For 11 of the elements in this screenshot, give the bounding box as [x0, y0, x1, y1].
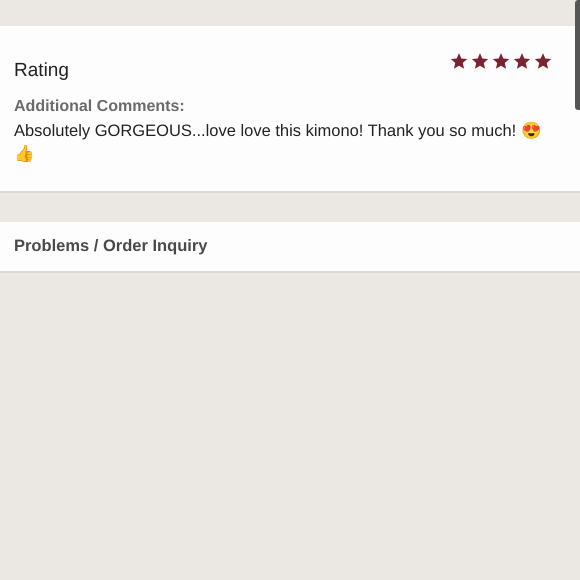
star-icon — [534, 52, 552, 70]
comment-text: Absolutely GORGEOUS...love love this kimono! Thank you so much! 😍 👍 — [14, 120, 543, 165]
star-icon — [471, 52, 489, 70]
inquiry-card[interactable]: Problems / Order Inquiry — [0, 222, 580, 273]
scroll-bar[interactable] — [575, 0, 580, 110]
star-icon — [513, 52, 531, 70]
rating-title: Rating — [14, 60, 69, 82]
inquiry-title: Problems / Order Inquiry — [14, 237, 208, 256]
comments-label: Additional Comments: — [14, 98, 186, 116]
star-icon — [492, 52, 510, 70]
star-icon — [450, 52, 468, 70]
